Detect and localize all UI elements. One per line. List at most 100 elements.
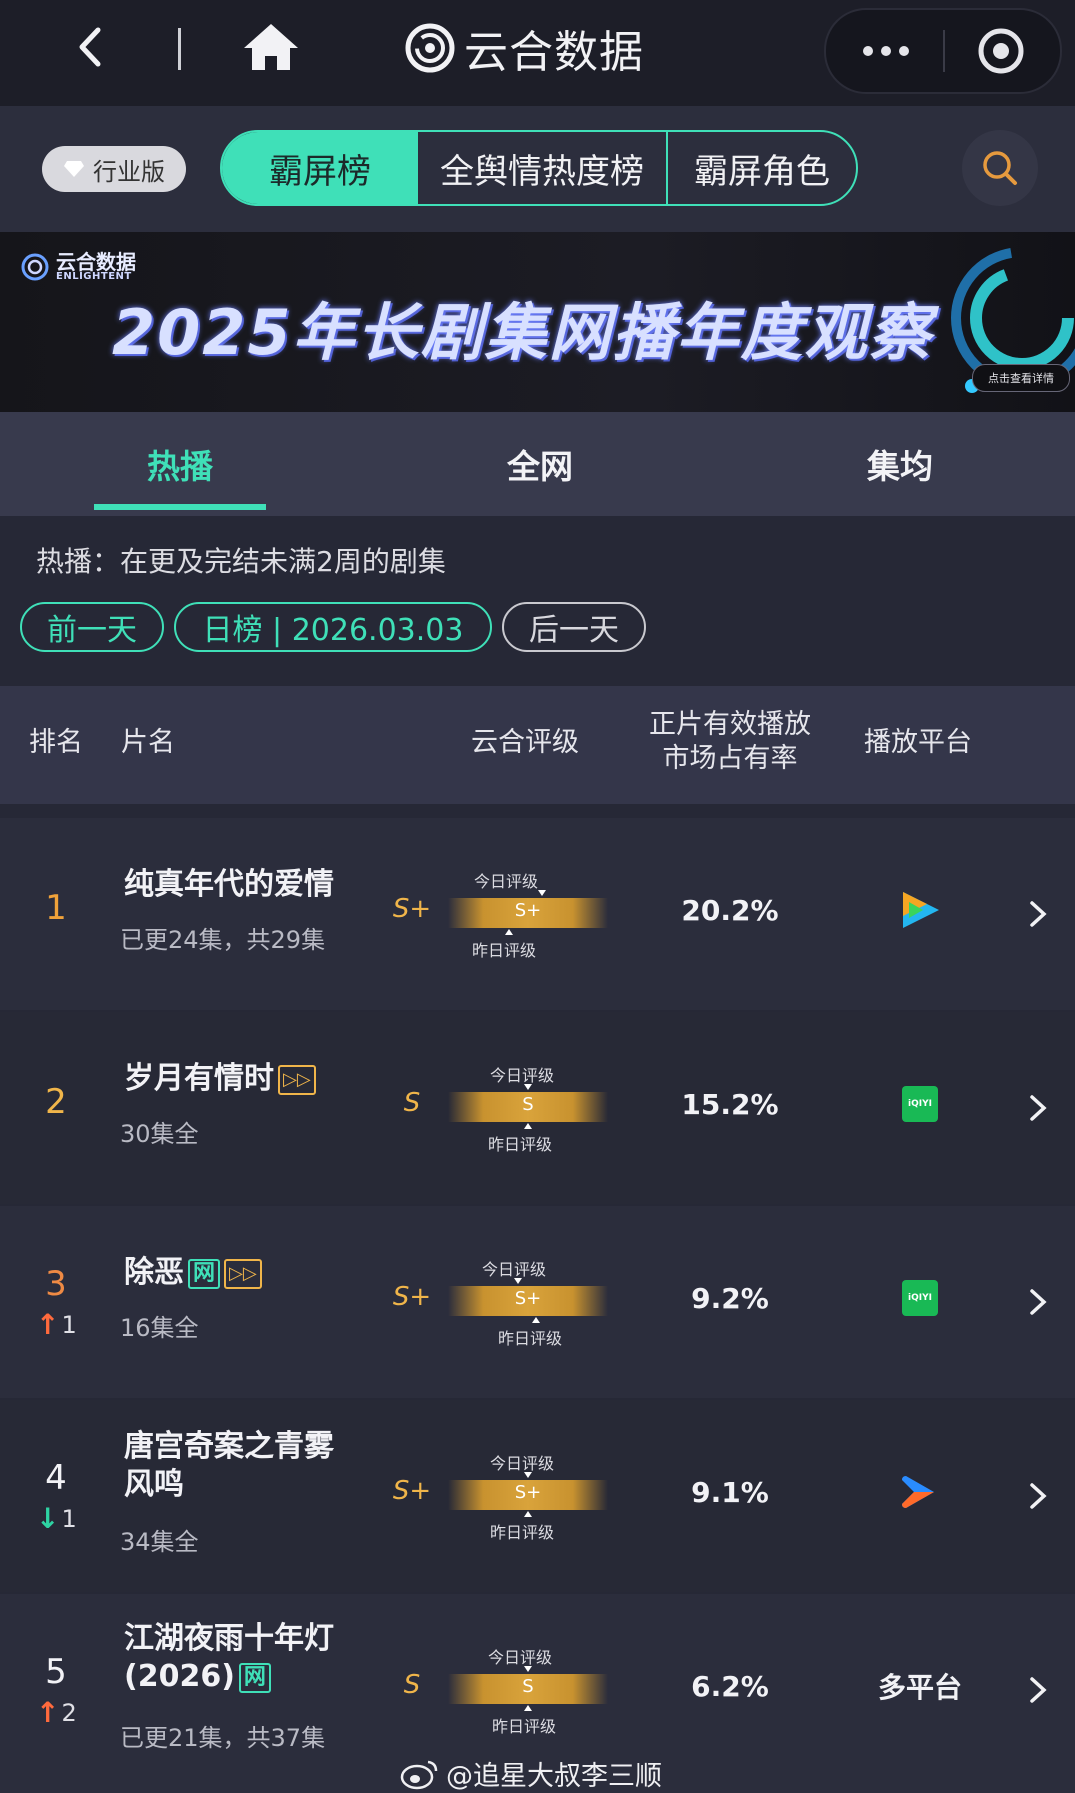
chevron-right-icon[interactable] — [1026, 1674, 1050, 1706]
grade-bar: S+ — [448, 898, 608, 928]
today-grade-label: 今日评级 — [474, 872, 539, 891]
yesterday-grade-label: 昨日评级 — [492, 1717, 557, 1736]
table-row[interactable]: 2 岁月有情时 ▷▷ 30集全 S 今日评级 S 昨日评级 15.2% iQIYI — [0, 1012, 1075, 1204]
platform-cell — [880, 880, 960, 940]
today-grade-marker — [524, 1084, 532, 1090]
grade-bar: S+ — [448, 1286, 608, 1316]
active-tab-underline — [94, 504, 266, 510]
show-title: 除恶网 ▷▷ — [124, 1254, 262, 1292]
show-title-text: 除恶 — [124, 1255, 184, 1290]
show-title-line2: (2026) — [124, 1659, 235, 1694]
rank-up-arrow-icon: ↑ — [36, 1308, 60, 1341]
industry-edition-label: 行业版 — [93, 157, 165, 186]
segment-bapingjuese[interactable]: 霸屏角色 — [668, 132, 856, 204]
chevron-right-icon[interactable] — [1026, 898, 1050, 930]
col-share-line1: 正片有效播放 — [649, 709, 811, 740]
grade-bar: S — [448, 1092, 608, 1122]
industry-edition-badge[interactable]: 行业版 — [42, 146, 186, 192]
grade-bar: S+ — [448, 1480, 608, 1510]
grade-letter: S+ — [392, 1282, 432, 1312]
show-title-line2: 风鸣 — [124, 1467, 184, 1502]
chevron-right-icon[interactable] — [1026, 1092, 1050, 1124]
chevron-right-icon[interactable] — [1026, 1286, 1050, 1318]
table-row[interactable]: 4 ↓ 1 唐宫奇案之青雾 风鸣 34集全 S+ 今日评级 S+ 昨日评级 9.… — [0, 1400, 1075, 1592]
banner-logo-en: ENLIGHTENT — [56, 271, 132, 282]
filter-row: 行业版 霸屏榜 全舆情热度榜 霸屏角色 — [0, 106, 1075, 232]
back-arrow-icon[interactable] — [68, 24, 114, 70]
episode-info: 30集全 — [120, 1120, 199, 1148]
brand-name: 云合数据 — [464, 27, 644, 78]
yesterday-grade-label: 昨日评级 — [472, 941, 537, 960]
grade-bar-label: S — [522, 1676, 534, 1697]
rank-number: 4 — [45, 1458, 67, 1498]
platform-cell: iQIYI — [880, 1074, 960, 1134]
multi-platform-label: 多平台 — [877, 1671, 962, 1704]
yesterday-grade-marker — [524, 1511, 532, 1517]
show-title: 纯真年代的爱情 — [124, 867, 334, 902]
search-button[interactable] — [962, 130, 1038, 206]
market-share: 20.2% — [681, 894, 779, 927]
next-day-button[interactable]: 后一天 — [502, 602, 646, 652]
yunhe-logo-icon — [405, 23, 455, 73]
table-row[interactable]: 1 纯真年代的爱情 已更24集，共29集 S+ 今日评级 S+ 昨日评级 20.… — [0, 818, 1075, 1010]
show-title-line1: 唐宫奇案之青雾 — [124, 1429, 334, 1464]
episode-info: 已更21集，共37集 — [120, 1724, 326, 1752]
banner-detail-button[interactable]: 点击查看详情 — [972, 364, 1070, 392]
yesterday-grade-label: 昨日评级 — [498, 1329, 563, 1348]
today-grade-marker — [514, 1278, 522, 1284]
col-platform: 播放平台 — [864, 727, 972, 758]
today-grade-marker — [524, 1472, 532, 1478]
rank-type-segment: 霸屏榜 全舆情热度榜 霸屏角色 — [220, 130, 858, 206]
grade-letter: S+ — [392, 1476, 432, 1506]
rank-up-arrow-icon: ↑ — [36, 1696, 60, 1729]
yesterday-grade-marker — [532, 1317, 540, 1323]
banner-title: 2025年长剧集网播年度观察 — [112, 296, 933, 369]
segment-quanyuqing[interactable]: 全舆情热度榜 — [418, 132, 668, 204]
yesterday-grade-marker — [505, 929, 513, 935]
yesterday-grade-marker — [524, 1705, 532, 1711]
today-grade-label: 今日评级 — [488, 1648, 553, 1667]
tab-all-network[interactable]: 全网 — [454, 412, 626, 516]
fast-forward-badge-icon: ▷▷ — [278, 1064, 316, 1095]
today-grade-marker — [524, 1666, 532, 1672]
current-date-selector[interactable]: 日榜 | 2026.03.03 — [174, 602, 492, 652]
tab-hot[interactable]: 热播 — [94, 412, 266, 516]
episode-info: 已更24集，共29集 — [120, 926, 326, 954]
app-brand: 云合数据 — [404, 18, 644, 78]
rank-down-arrow-icon: ↓ — [36, 1502, 60, 1535]
show-title-line1: 江湖夜雨十年灯 — [124, 1621, 334, 1656]
col-share-line2: 市场占有率 — [662, 743, 798, 774]
show-title: 岁月有情时 ▷▷ — [124, 1060, 316, 1098]
table-header: 排名 片名 云合评级 正片有效播放 市场占有率 播放平台 — [0, 686, 1075, 804]
grade-bar-label: S+ — [514, 900, 542, 921]
table-row[interactable]: 3 ↑ 1 除恶网 ▷▷ 16集全 S+ 今日评级 S+ 昨日评级 9.2% iQ… — [0, 1206, 1075, 1398]
episode-info: 34集全 — [120, 1528, 199, 1556]
grade-letter: S — [403, 1670, 421, 1700]
rank-number: 2 — [45, 1082, 67, 1122]
annual-report-banner[interactable]: 云合数据 ENLIGHTENT 2025年长剧集网播年度观察 点击查看详情 — [0, 232, 1075, 412]
tab-per-episode[interactable]: 集均 — [814, 412, 986, 516]
watermark-text: @追星大叔李三顺 — [446, 1761, 662, 1792]
prev-day-button[interactable]: 前一天 — [20, 602, 164, 652]
home-icon[interactable] — [242, 22, 300, 72]
platform-cell — [880, 1462, 960, 1522]
grade-bar-label: S+ — [514, 1288, 542, 1309]
segment-bapingbang[interactable]: 霸屏榜 — [222, 132, 418, 204]
youku-icon — [902, 1476, 934, 1508]
rank-change-value: 1 — [61, 1504, 77, 1533]
rank-change-value: 2 — [61, 1698, 77, 1727]
chevron-right-icon[interactable] — [1026, 1480, 1050, 1512]
platform-cell: 多平台 — [866, 1656, 974, 1716]
grade-letter: S — [403, 1088, 421, 1118]
col-rank: 排名 — [29, 727, 83, 758]
weibo-watermark: @追星大叔李三顺 — [400, 1754, 662, 1793]
market-share: 6.2% — [691, 1670, 769, 1703]
rank-change: ↑ 2 — [36, 1696, 77, 1729]
more-dots-icon[interactable] — [850, 28, 922, 74]
fast-forward-badge-icon: ▷▷ — [224, 1258, 262, 1289]
grade-letter: S+ — [392, 894, 432, 924]
today-grade-label: 今日评级 — [482, 1260, 547, 1279]
chart-tabs: 热播 全网 集均 — [0, 412, 1075, 516]
close-target-icon[interactable] — [976, 26, 1026, 76]
tencent-video-icon — [903, 892, 939, 928]
